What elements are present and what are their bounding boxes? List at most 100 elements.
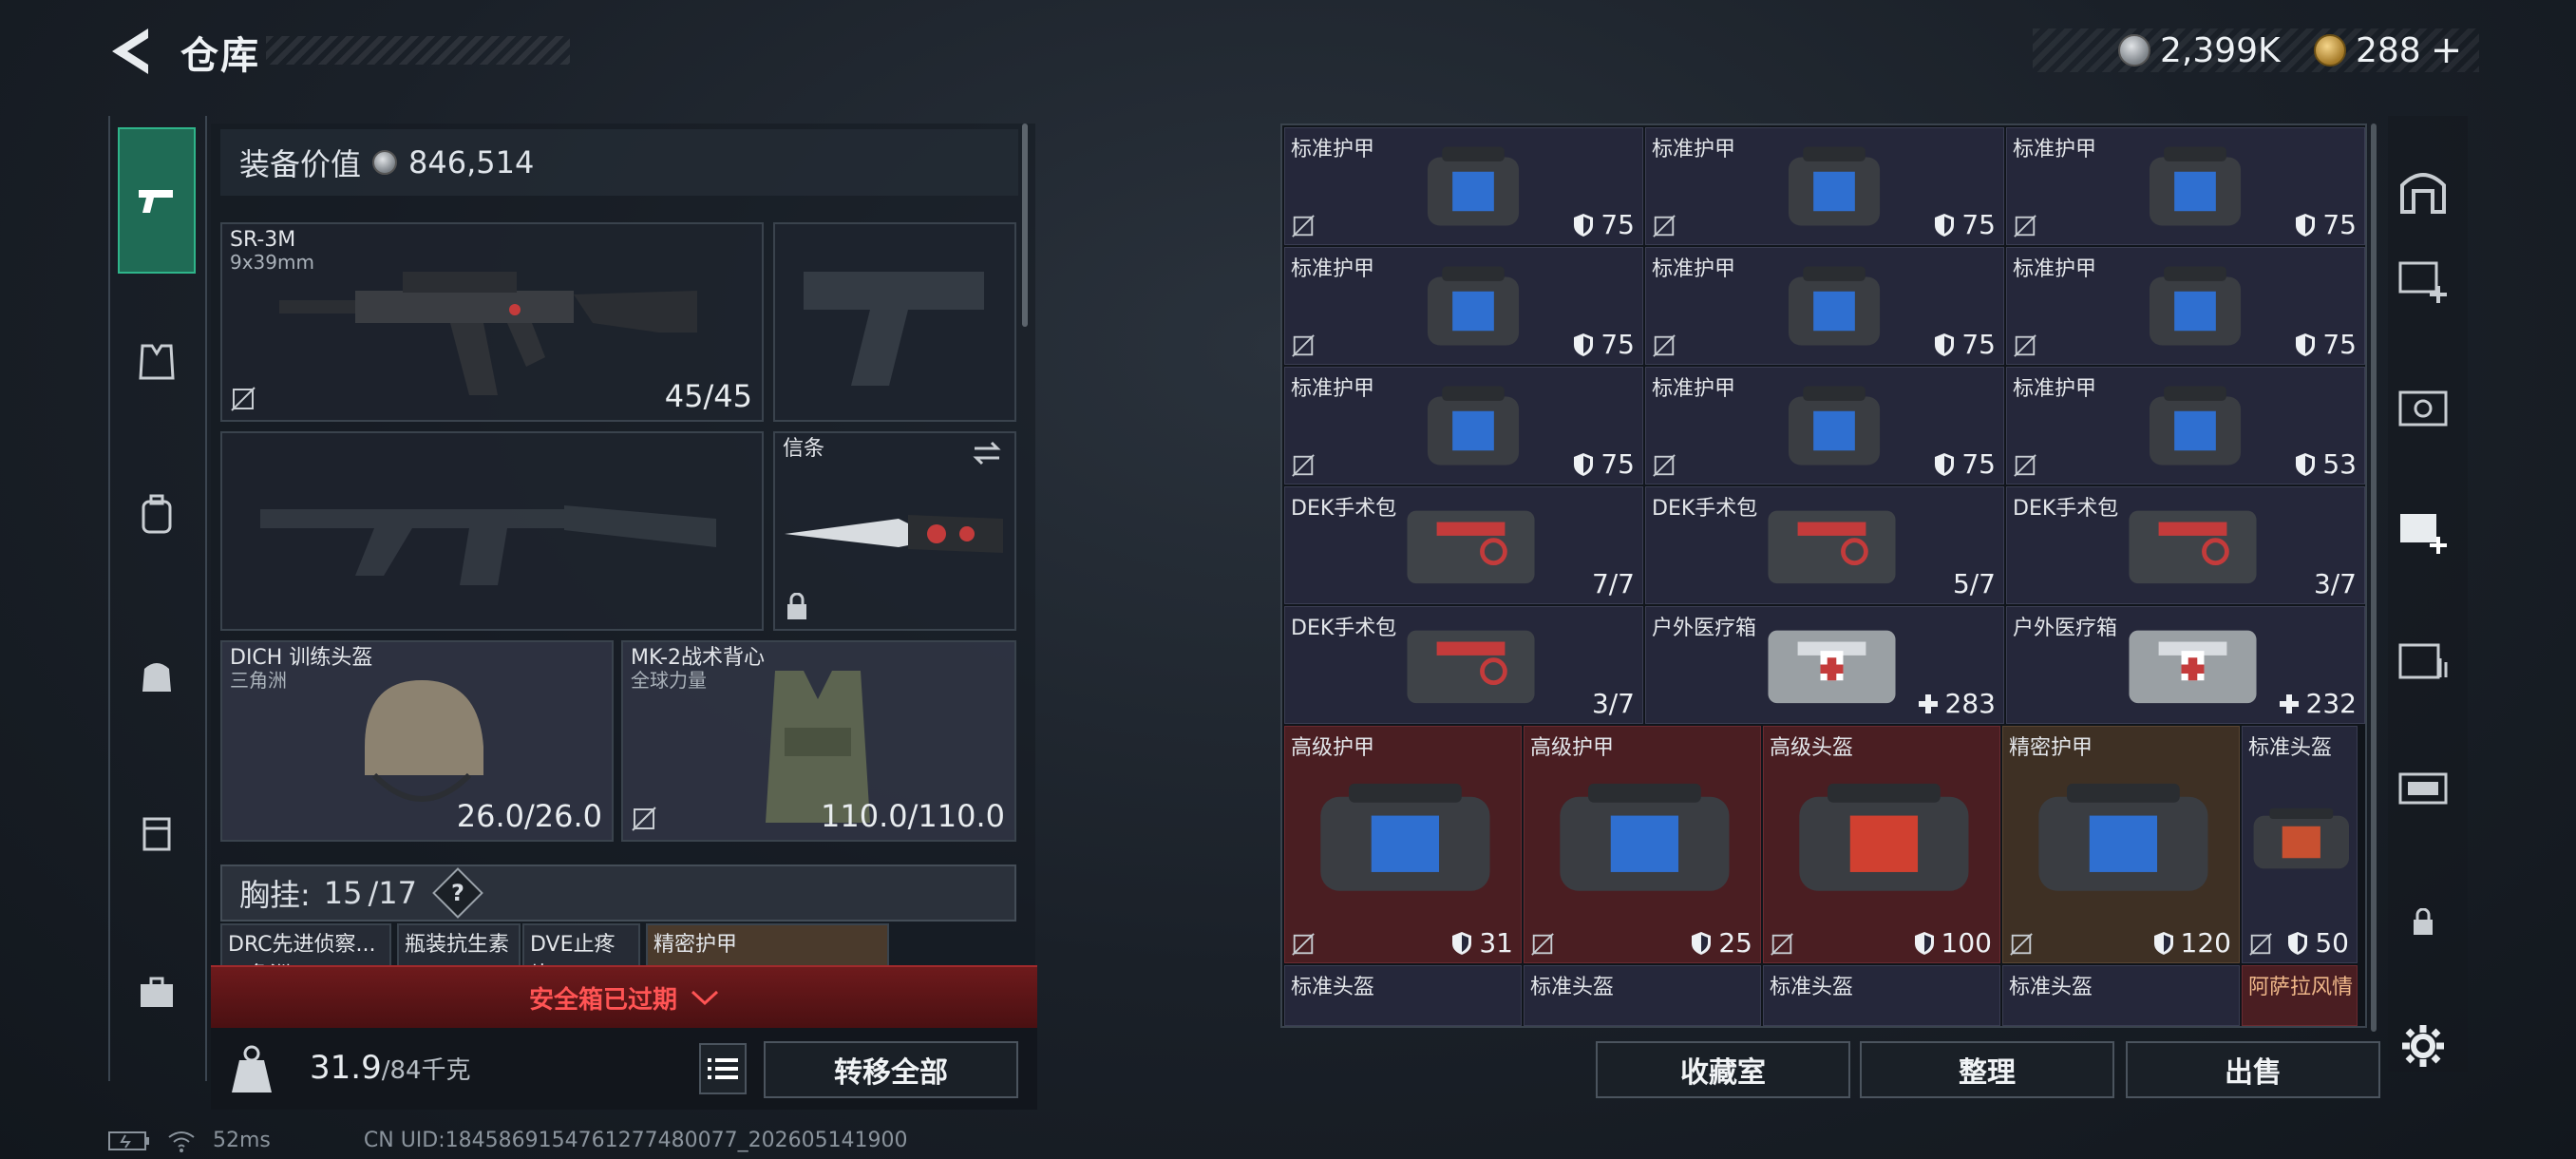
carry-weight: 31.9/84千克 (310, 1049, 471, 1087)
add-container-icon (2400, 514, 2447, 554)
storage-expand-5[interactable] (2390, 756, 2456, 823)
storage-item-name: 标准护甲 (2013, 257, 2097, 281)
transfer-all-button[interactable]: 转移全部 (764, 1041, 1018, 1098)
safebox-expired-banner[interactable]: 安全箱已过期 (211, 965, 1037, 1028)
storage-item[interactable]: 标准护甲 75 (2006, 127, 2365, 245)
storage-item[interactable]: 标准头盔 (1763, 965, 2000, 1026)
chest-item-4[interactable]: 精密护甲 (646, 923, 889, 969)
pistol-icon (139, 190, 173, 213)
storage-item[interactable]: DEK手术包 5/7 (1645, 486, 2004, 604)
vest-slot[interactable]: MK-2战术背心 全球力量 110.0/110.0 (621, 640, 1016, 842)
armor-case-icon (1788, 266, 1880, 346)
help-icon[interactable]: ? (432, 867, 483, 919)
armor-case-icon (2149, 386, 2241, 466)
swap-icon[interactable] (971, 439, 1003, 467)
chest-item-3[interactable]: DVE止疼片 (522, 923, 640, 969)
storage-item[interactable]: 标准护甲 75 (1645, 247, 2004, 365)
tab-armor[interactable] (118, 323, 196, 401)
storage-item[interactable]: DEK手术包 3/7 (1284, 606, 1643, 724)
storage-item[interactable]: 标准头盔 50 (2242, 726, 2358, 963)
storage-item-value-text: 7/7 (1591, 568, 1635, 599)
storage-item-value: 31 (1450, 927, 1513, 959)
tab-weapons[interactable] (118, 127, 196, 274)
storage-expand-3[interactable] (2390, 496, 2456, 562)
secondary-weapon-slot[interactable] (773, 222, 1016, 422)
silver-currency: 2,399K (2118, 28, 2281, 72)
tab-case[interactable] (118, 954, 196, 1032)
tab-bag[interactable] (118, 636, 196, 714)
storage-item[interactable]: 高级护甲 31 (1284, 726, 1522, 963)
equipment-scrollbar[interactable] (1022, 124, 1028, 327)
storage-scrollbar[interactable] (2371, 124, 2377, 1032)
no-durability-icon (1653, 334, 1676, 357)
melee-slot[interactable]: 信条 (773, 431, 1016, 631)
weapon-name-text: SR-3M (230, 228, 296, 252)
storage-item[interactable]: 高级头盔 100 (1763, 726, 2000, 963)
chest-item-1[interactable]: DRC先进侦察... 三角洲 (220, 923, 391, 969)
armor-case-icon (2149, 146, 2241, 226)
storage-item[interactable]: 标准头盔 (2002, 965, 2240, 1026)
organize-button[interactable]: 整理 (1860, 1041, 2114, 1098)
tab-backpack[interactable] (118, 475, 196, 553)
back-arrow-icon[interactable] (106, 27, 154, 76)
storage-item[interactable]: 标准护甲 75 (2006, 247, 2365, 365)
storage-item-value: 75 (1933, 209, 1996, 240)
chest-item-2[interactable]: 瓶装抗生素 (397, 923, 521, 969)
storage-item[interactable]: DEK手术包 7/7 (1284, 486, 1643, 604)
storage-item[interactable]: 标准护甲 75 (1284, 367, 1643, 484)
ping: 52ms (213, 1129, 271, 1152)
storage-expand-2[interactable] (2390, 374, 2456, 441)
storage-item[interactable]: 标准护甲 53 (2006, 367, 2365, 484)
armor-shield-icon (1692, 931, 1712, 955)
medkit-icon (2129, 630, 2257, 704)
armor-shield-icon (1574, 213, 1594, 237)
add-gold-button[interactable]: + (2431, 28, 2463, 72)
pistol-silhouette-icon (804, 272, 984, 386)
helmet-slot[interactable]: DICH 训练头盔 三角洲 26.0/26.0 (220, 640, 614, 842)
storage-item-value-text: 53 (2322, 448, 2357, 480)
list-view-button[interactable] (699, 1043, 747, 1094)
storage-item[interactable]: 标准护甲 75 (1645, 367, 2004, 484)
storage-item-value: 75 (1572, 448, 1635, 480)
storage-item[interactable]: 精密护甲 120 (2002, 726, 2240, 963)
collection-button[interactable]: 收藏室 (1596, 1041, 1850, 1098)
storage-item-name: 标准护甲 (2013, 377, 2097, 401)
equipment-value-label: 装备价值 (239, 146, 362, 182)
tab-pouch[interactable] (118, 794, 196, 872)
medkit-icon (1768, 630, 1896, 704)
secondary-primary-slot[interactable] (220, 431, 764, 631)
gold-currency[interactable]: 288 + (2314, 28, 2462, 72)
equipment-value: 装备价值 846,514 (220, 129, 1018, 196)
list-icon (708, 1058, 738, 1079)
storage-item[interactable]: DEK手术包 3/7 (2006, 486, 2365, 604)
storage-item[interactable]: 户外医疗箱 232 (2006, 606, 2365, 724)
storage-expand-4[interactable] (2390, 627, 2456, 694)
storage-item[interactable]: 标准护甲 75 (1645, 127, 2004, 245)
silver-coin-icon (372, 150, 398, 175)
chest-rig-bar[interactable]: 胸挂: 15 /17 ? (220, 864, 1016, 922)
storage-item-value: 75 (2294, 209, 2357, 240)
weight-limit: /84千克 (381, 1056, 471, 1085)
storage-item-value-text: 75 (1961, 209, 1996, 240)
settings-button[interactable] (2390, 1013, 2456, 1079)
storage-item-value-text: 75 (1961, 329, 1996, 360)
storage-item[interactable]: 标准头盔 (1524, 965, 1761, 1026)
storage-expand-1[interactable] (2390, 245, 2456, 312)
armor-shield-icon (2296, 452, 2316, 476)
storage-item[interactable]: 阿萨拉风情 (2242, 965, 2358, 1026)
storage-item-name: 标准护甲 (1291, 257, 1375, 281)
no-durability-icon (1653, 215, 1676, 238)
storage-item-name: 高级护甲 (1530, 736, 1615, 760)
storage-item[interactable]: 标准护甲 75 (1284, 247, 1643, 365)
storage-item[interactable]: 户外医疗箱 283 (1645, 606, 2004, 724)
storage-item-name: 标准护甲 (1652, 377, 1736, 401)
armor-shield-icon (1574, 332, 1594, 356)
storage-item[interactable]: 标准头盔 (1284, 965, 1522, 1026)
primary-weapon-slot[interactable]: SR-3M 9x39mm 45/45 (220, 222, 764, 422)
storage-page-main[interactable] (2390, 158, 2456, 224)
sell-button[interactable]: 出售 (2126, 1041, 2380, 1098)
storage-item[interactable]: 标准护甲 75 (1284, 127, 1643, 245)
storage-item[interactable]: 高级护甲 25 (1524, 726, 1761, 963)
storage-item-value-text: 100 (1941, 927, 1992, 959)
storage-item-value-text: 75 (1601, 448, 1635, 480)
